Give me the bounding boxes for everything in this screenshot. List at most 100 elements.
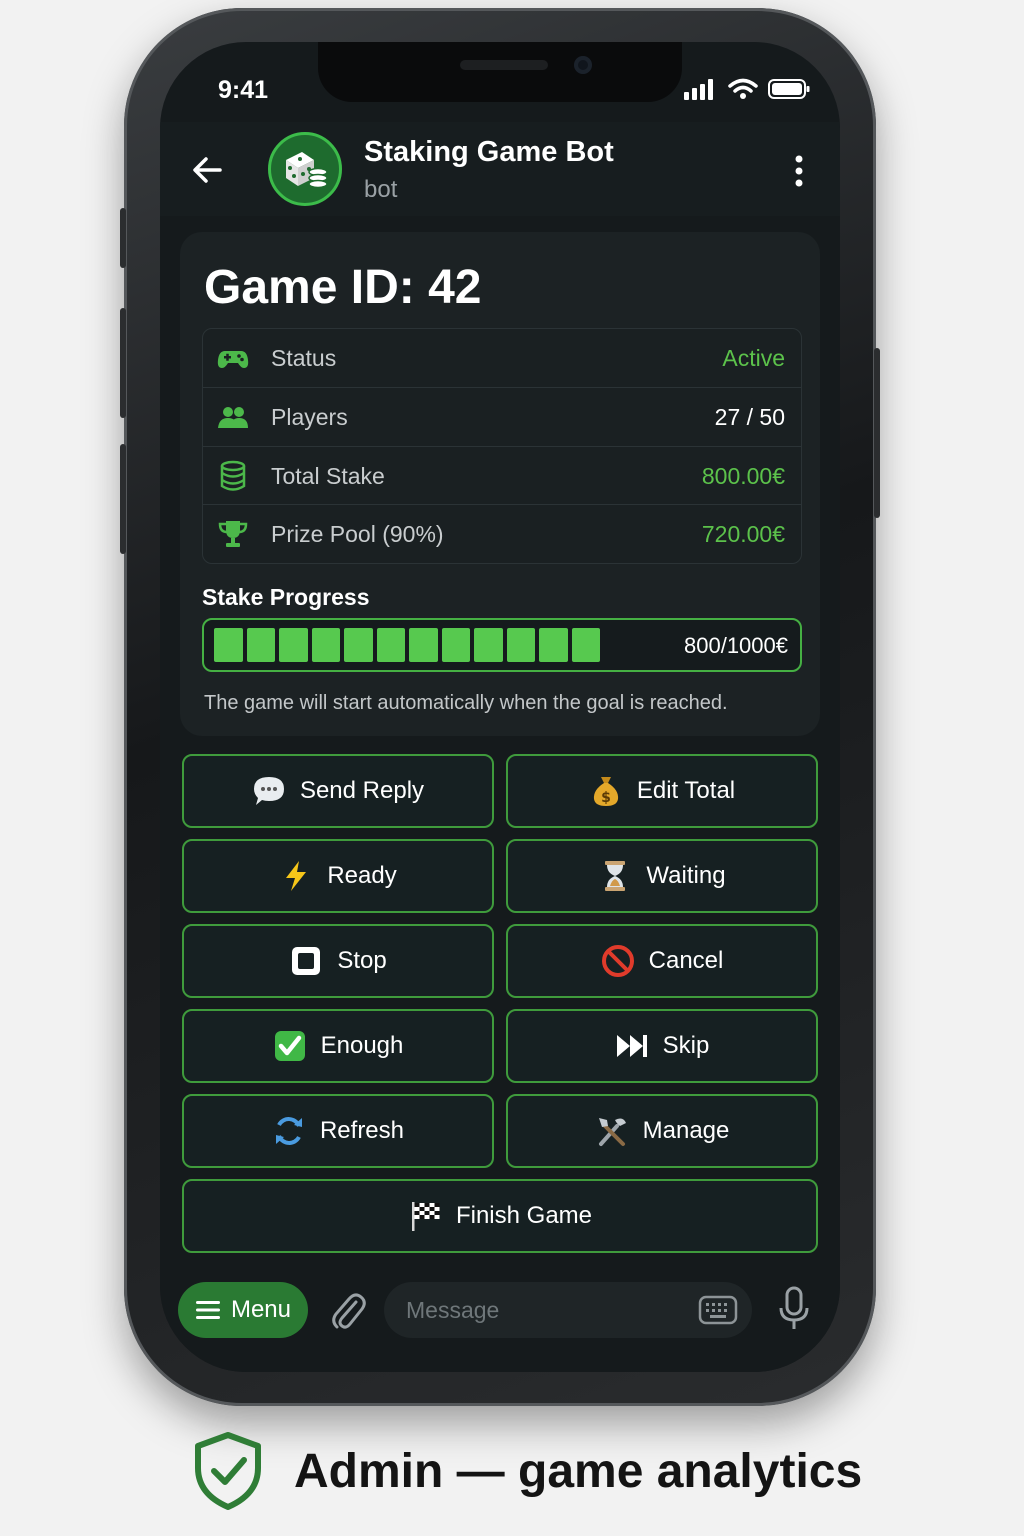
wifi-icon xyxy=(728,78,758,99)
tools-icon xyxy=(595,1114,629,1148)
progress-segment xyxy=(571,628,600,662)
edit-total-button[interactable]: $ Edit Total xyxy=(506,754,818,828)
button-label: Send Reply xyxy=(299,777,425,804)
game-title: Game ID: 42 xyxy=(204,261,482,314)
progress-segment xyxy=(344,628,373,662)
chat-title[interactable]: Staking Game Bot xyxy=(364,136,614,169)
stake-progress-bar: 800/1000€ xyxy=(202,618,802,672)
game-card: Game ID: 42 Status Active Players 27 / 5… xyxy=(180,232,820,736)
users-icon xyxy=(218,406,248,428)
back-arrow-icon[interactable] xyxy=(188,150,228,190)
progress-segment xyxy=(409,628,438,662)
signal-icon xyxy=(684,79,713,100)
progress-segment xyxy=(311,628,340,662)
paperclip-icon[interactable] xyxy=(328,1288,368,1332)
dice-coins-icon xyxy=(286,152,328,189)
database-icon xyxy=(220,460,246,491)
button-label: Waiting xyxy=(646,862,726,889)
message-composer: Menu xyxy=(160,1268,840,1372)
button-label: Refresh xyxy=(319,1117,405,1144)
trophy-icon xyxy=(218,521,248,548)
notch xyxy=(318,42,682,102)
progress-segment xyxy=(539,628,568,662)
status-icons xyxy=(684,78,810,100)
info-label: Prize Pool (90%) xyxy=(271,521,444,548)
info-value: 800.00€ xyxy=(701,462,785,489)
cancel-button[interactable]: Cancel xyxy=(506,924,818,998)
microphone-icon[interactable] xyxy=(776,1286,812,1332)
gamepad-icon xyxy=(217,351,249,368)
info-row-prize-pool: Prize Pool (90%) 720.00€ xyxy=(203,505,801,564)
menu-button[interactable]: Menu xyxy=(178,1282,308,1338)
ready-button[interactable]: Ready xyxy=(182,839,494,913)
info-label: Total Stake xyxy=(271,462,385,489)
button-label: Edit Total xyxy=(636,777,736,804)
hamburger-icon xyxy=(195,1301,220,1319)
stop-square-icon xyxy=(289,944,323,978)
button-label: Manage xyxy=(642,1117,730,1144)
waiting-button[interactable]: Waiting xyxy=(506,839,818,913)
svg-text:$: $ xyxy=(601,790,611,806)
caption-text: Admin — game analytics xyxy=(294,1444,863,1498)
progress-note: The game will start automatically when t… xyxy=(204,692,728,714)
power-button xyxy=(874,348,880,518)
info-value: 720.00€ xyxy=(701,521,785,548)
mute-switch xyxy=(120,208,126,268)
game-info-table: Status Active Players 27 / 50 Total Stak… xyxy=(202,328,802,564)
chat-subtitle: bot xyxy=(364,176,398,203)
skip-button[interactable]: Skip xyxy=(506,1009,818,1083)
info-value: 27 / 50 xyxy=(714,403,785,430)
send-reply-button[interactable]: Send Reply xyxy=(182,754,494,828)
info-label: Status xyxy=(271,345,337,371)
progress-segment xyxy=(474,628,503,662)
bot-avatar[interactable] xyxy=(268,132,342,206)
info-row-total-stake: Total Stake 800.00€ xyxy=(203,447,801,506)
phone-frame: 9:41 Staking Game Bot bot Game ID: 42 St… xyxy=(120,8,880,1406)
status-time: 9:41 xyxy=(218,76,269,104)
progress-text: 800/1000€ xyxy=(684,633,788,658)
finish-game-button[interactable]: Finish Game xyxy=(182,1179,818,1253)
info-row-status: Status Active xyxy=(203,329,801,388)
keyboard-icon[interactable] xyxy=(698,1294,738,1326)
progress-segment xyxy=(506,628,535,662)
volume-down-button xyxy=(120,444,126,554)
progress-label: Stake Progress xyxy=(202,584,370,610)
skip-forward-icon xyxy=(615,1029,649,1063)
caption: Admin — game analytics xyxy=(192,1432,862,1510)
menu-label: Menu xyxy=(230,1296,292,1323)
progress-segment xyxy=(246,628,275,662)
info-row-players: Players 27 / 50 xyxy=(203,388,801,447)
progress-segment xyxy=(279,628,308,662)
refresh-button[interactable]: Refresh xyxy=(182,1094,494,1168)
manage-button[interactable]: Manage xyxy=(506,1094,818,1168)
enough-button[interactable]: Enough xyxy=(182,1009,494,1083)
battery-icon xyxy=(768,79,810,99)
info-label: Players xyxy=(271,403,348,430)
stop-button[interactable]: Stop xyxy=(182,924,494,998)
speech-bubble-icon xyxy=(252,774,286,808)
info-value: Active xyxy=(722,345,785,371)
button-label: Finish Game xyxy=(455,1202,593,1229)
volume-up-button xyxy=(120,308,126,418)
speaker xyxy=(460,60,548,70)
button-label: Cancel xyxy=(648,947,724,974)
button-label: Enough xyxy=(320,1032,404,1059)
progress-segment xyxy=(441,628,470,662)
button-label: Skip xyxy=(662,1032,710,1059)
money-bag-icon: $ xyxy=(589,774,623,808)
check-box-icon xyxy=(273,1029,307,1063)
checkered-flag-icon xyxy=(408,1199,442,1233)
chat-header: Staking Game Bot bot xyxy=(160,122,840,216)
refresh-icon xyxy=(272,1114,306,1148)
progress-segment xyxy=(376,628,405,662)
phone-screen: 9:41 Staking Game Bot bot Game ID: 42 St… xyxy=(160,42,840,1372)
progress-fill xyxy=(214,628,600,662)
hourglass-icon xyxy=(598,859,632,893)
button-label: Stop xyxy=(337,947,387,974)
message-input[interactable] xyxy=(384,1282,752,1338)
shield-check-icon xyxy=(195,1432,261,1510)
button-label: Ready xyxy=(327,862,397,889)
progress-segment xyxy=(214,628,243,662)
more-options-icon[interactable] xyxy=(794,154,804,188)
prohibited-icon xyxy=(601,944,635,978)
